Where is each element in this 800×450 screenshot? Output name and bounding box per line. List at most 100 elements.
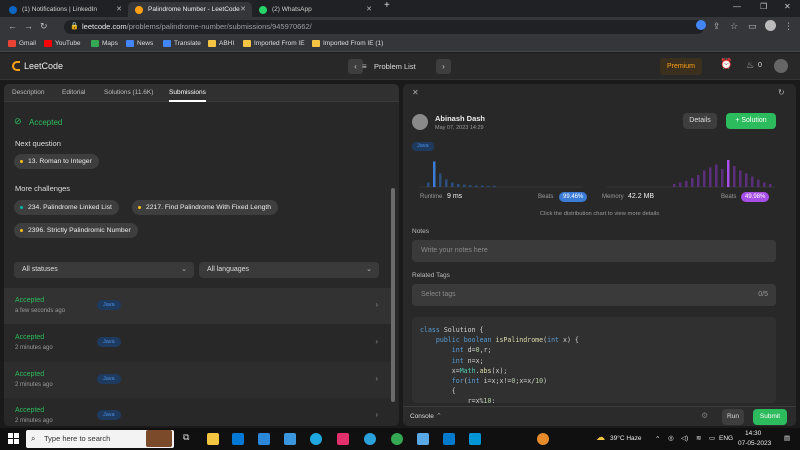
clock-date[interactable]: 07-05-2023 xyxy=(738,440,771,447)
memory-bar[interactable] xyxy=(757,179,760,188)
share-icon[interactable]: ⇪ xyxy=(713,21,721,32)
back-icon[interactable]: ← xyxy=(8,21,17,31)
submission-row[interactable]: Accepted 2 minutes ago Java › xyxy=(4,398,392,426)
bookmark-abhi[interactable]: ABHI xyxy=(208,40,234,47)
tab-solutions[interactable]: Solutions (11.6K) xyxy=(104,89,153,96)
user-name[interactable]: Abinash Dash xyxy=(435,114,485,123)
tray-chevron-icon[interactable]: ⌃ xyxy=(655,435,660,443)
bookmark-imported-ie[interactable]: Imported From IE xyxy=(243,40,305,47)
premium-button[interactable]: Premium xyxy=(660,58,702,75)
runtime-bar[interactable] xyxy=(463,184,466,187)
user-avatar[interactable] xyxy=(774,59,788,73)
user-avatar[interactable] xyxy=(412,114,428,130)
maximize-icon[interactable]: ❐ xyxy=(760,2,767,11)
runtime-bar[interactable] xyxy=(433,161,436,188)
close-icon[interactable]: ✕ xyxy=(366,5,372,13)
runtime-bar[interactable] xyxy=(451,182,454,188)
bookmark-gmail[interactable]: Gmail xyxy=(8,40,36,47)
distribution-chart[interactable] xyxy=(403,154,796,190)
fire-icon[interactable]: ♨ xyxy=(746,60,754,71)
app-icon[interactable] xyxy=(537,433,549,445)
network-icon[interactable]: ◎ xyxy=(668,434,674,442)
wifi-icon[interactable]: ≋ xyxy=(696,434,701,442)
runtime-bar[interactable] xyxy=(457,184,460,187)
submission-row[interactable]: Accepted a few seconds ago Java › xyxy=(4,288,392,324)
url-input[interactable]: 🔒 leetcode.com/problems/palindrome-numbe… xyxy=(64,20,704,34)
menu-icon[interactable]: ⋮ xyxy=(784,21,793,32)
photos-icon[interactable] xyxy=(469,433,481,445)
tab-submissions[interactable]: Submissions xyxy=(169,89,206,102)
status-filter-select[interactable]: All statuses ⌄ xyxy=(14,262,194,278)
notes-input[interactable]: Write your notes here xyxy=(412,240,776,262)
tab-editorial[interactable]: Editorial xyxy=(62,89,85,96)
clock-time[interactable]: 14:30 xyxy=(745,430,761,437)
memory-bar[interactable] xyxy=(709,167,712,188)
stocks-icon[interactable] xyxy=(258,433,270,445)
runtime-bar[interactable] xyxy=(493,185,496,187)
scrollbar-thumb[interactable] xyxy=(391,188,395,402)
memory-bar[interactable] xyxy=(751,176,754,188)
battery-icon[interactable]: ▭ xyxy=(709,434,715,442)
language-filter-select[interactable]: All languages ⌄ xyxy=(199,262,379,278)
alarm-icon[interactable]: ⏰ xyxy=(720,59,732,70)
memory-bar[interactable] xyxy=(763,182,766,188)
google-lens-icon[interactable] xyxy=(696,20,706,30)
memory-bar[interactable] xyxy=(721,169,724,187)
notepad-icon[interactable] xyxy=(417,433,429,445)
tab-linkedin[interactable]: (1) Notifications | LinkedIn ✕ xyxy=(2,2,128,17)
mail-icon[interactable] xyxy=(232,433,244,445)
bookmark-maps[interactable]: Maps xyxy=(91,40,118,47)
todo-icon[interactable] xyxy=(284,433,296,445)
memory-bar[interactable] xyxy=(715,164,718,188)
chrome-icon[interactable] xyxy=(391,433,403,445)
runtime-bar[interactable] xyxy=(445,179,448,188)
minimize-icon[interactable]: — xyxy=(733,2,741,11)
memory-bar[interactable] xyxy=(739,170,742,188)
memory-bar[interactable] xyxy=(673,184,676,187)
challenge-chip[interactable]: 2217. Find Palindrome With Fixed Length xyxy=(132,200,279,215)
tab-leetcode[interactable]: Palindrome Number - LeetCode ✕ xyxy=(128,2,252,17)
vscode-icon[interactable] xyxy=(443,433,455,445)
runtime-bar[interactable] xyxy=(481,185,484,188)
extension-icon[interactable]: ▭ xyxy=(748,21,757,32)
windows-start-icon[interactable] xyxy=(8,433,19,444)
bookmark-imported-ie-1[interactable]: Imported From IE (1) xyxy=(312,40,383,47)
bookmark-news[interactable]: News xyxy=(126,40,153,47)
next-problem-button[interactable]: › xyxy=(436,59,451,74)
memory-bar[interactable] xyxy=(685,181,688,187)
prev-problem-button[interactable]: ‹ xyxy=(348,59,363,74)
bookmark-youtube[interactable]: YouTube xyxy=(44,40,81,47)
tab-description[interactable]: Description xyxy=(12,89,45,96)
memory-bar[interactable] xyxy=(733,166,736,187)
close-icon[interactable]: ✕ xyxy=(240,5,246,13)
memory-bar[interactable] xyxy=(703,170,706,188)
notifications-icon[interactable]: ▤ xyxy=(784,434,790,442)
edge-icon[interactable] xyxy=(310,433,322,445)
runtime-bar[interactable] xyxy=(427,182,430,188)
problem-list-link[interactable]: Problem List xyxy=(374,62,416,71)
memory-bar[interactable] xyxy=(745,173,748,188)
telegram-icon[interactable] xyxy=(364,433,376,445)
run-button[interactable]: Run xyxy=(722,409,744,425)
task-view-icon[interactable]: ⧉ xyxy=(183,432,189,443)
new-tab-button[interactable]: + xyxy=(384,0,390,11)
submit-button[interactable]: Submit xyxy=(753,409,787,425)
runtime-bar[interactable] xyxy=(487,185,490,187)
close-icon[interactable]: ✕ xyxy=(412,88,419,97)
code-viewer[interactable]: class Solution { public boolean isPalind… xyxy=(412,317,776,403)
tab-whatsapp[interactable]: (2) WhatsApp ✕ xyxy=(252,2,378,17)
add-solution-button[interactable]: + Solution xyxy=(726,113,776,129)
bookmark-star-icon[interactable]: ☆ xyxy=(730,21,738,32)
challenge-chip[interactable]: 2396. Strictly Palindromic Number xyxy=(14,223,138,238)
memory-bar[interactable] xyxy=(769,184,772,187)
file-explorer-icon[interactable] xyxy=(207,433,219,445)
console-toggle[interactable]: Console xyxy=(410,413,434,420)
close-icon[interactable]: ✕ xyxy=(116,5,122,13)
weather-text[interactable]: 39°C Haze xyxy=(610,435,642,442)
leetcode-logo[interactable]: LeetCode xyxy=(12,61,63,71)
instagram-icon[interactable] xyxy=(337,433,349,445)
memory-bar[interactable] xyxy=(679,182,682,188)
chevron-up-icon[interactable]: ⌃ xyxy=(436,412,442,420)
tags-select[interactable]: Select tags 0/5 xyxy=(412,284,776,306)
next-question-chip[interactable]: 13. Roman to Integer xyxy=(14,154,99,169)
